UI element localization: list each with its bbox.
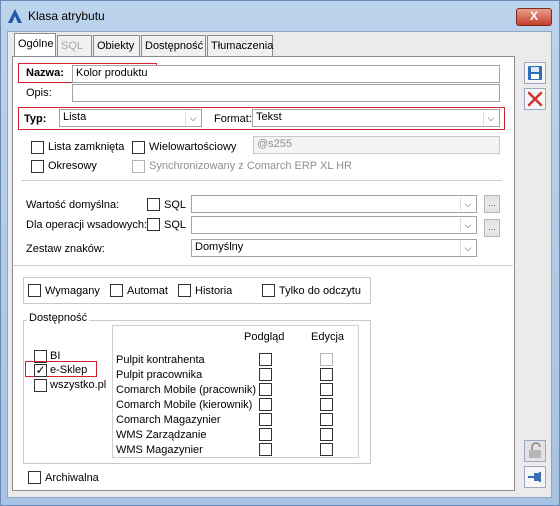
- close-button[interactable]: X: [516, 8, 552, 26]
- dla-operacji-label: Dla operacji wsadowych:: [26, 219, 148, 231]
- chevron-down-icon: ⌵: [460, 197, 475, 211]
- tylko-do-odczytu-label: Tylko do odczytu: [279, 285, 361, 297]
- wymagany-label: Wymagany: [45, 285, 100, 297]
- pin-button[interactable]: [524, 466, 546, 488]
- lock-button[interactable]: [524, 440, 546, 462]
- format-value: Tekst: [256, 111, 282, 123]
- podglad-checkbox[interactable]: [259, 368, 272, 381]
- wartosc-domyslna-browse-button[interactable]: ...: [484, 195, 500, 213]
- format-select[interactable]: Tekst ⌵: [252, 109, 500, 127]
- podglad-checkbox[interactable]: [259, 383, 272, 396]
- podglad-checkbox[interactable]: [259, 428, 272, 441]
- edycja-checkbox[interactable]: [320, 383, 333, 396]
- wielowartosciowy-checkbox[interactable]: [132, 141, 145, 154]
- module-wszystko-label: wszystko.pl: [50, 379, 107, 391]
- dla-operacji-select[interactable]: ⌵: [191, 216, 477, 234]
- module-esklep-label: e-Sklep: [50, 364, 88, 376]
- tab-sql[interactable]: SQL: [57, 35, 92, 56]
- edycja-checkbox[interactable]: [320, 368, 333, 381]
- divider: [21, 180, 502, 181]
- wartosc-sql-label: SQL: [164, 199, 187, 211]
- delete-x-icon: [527, 91, 543, 107]
- historia-checkbox[interactable]: [178, 284, 191, 297]
- chevron-down-icon: ⌵: [460, 241, 475, 255]
- tab-dostepnosc[interactable]: Dostępność: [141, 35, 206, 56]
- synchronizowany-checkbox[interactable]: [132, 160, 145, 173]
- archiwalna-checkbox[interactable]: [28, 471, 41, 484]
- tab-label: Obiekty: [97, 40, 135, 52]
- wielowartosciowy-label: Wielowartościowy: [149, 141, 237, 153]
- edycja-checkbox[interactable]: [320, 428, 333, 441]
- wartosc-domyslna-label: Wartość domyślna:: [26, 199, 120, 211]
- automat-label: Automat: [127, 285, 168, 297]
- podglad-checkbox[interactable]: [259, 443, 272, 456]
- chevron-down-icon: ⌵: [483, 111, 498, 125]
- okresowy-checkbox[interactable]: [31, 160, 44, 173]
- podglad-checkbox[interactable]: [259, 413, 272, 426]
- historia-label: Historia: [195, 285, 233, 297]
- podglad-checkbox[interactable]: [259, 353, 272, 366]
- edycja-checkbox[interactable]: [320, 413, 333, 426]
- operacji-sql-label: SQL: [164, 219, 187, 231]
- chevron-down-icon: ⌵: [460, 218, 475, 232]
- save-button[interactable]: [524, 62, 546, 84]
- floppy-disk-icon: [528, 66, 542, 80]
- tab-label: Ogólne: [18, 38, 54, 50]
- opis-input[interactable]: [72, 84, 500, 102]
- access-row-label: WMS Magazynier: [116, 444, 203, 456]
- okresowy-label: Okresowy: [48, 160, 97, 172]
- divider: [13, 265, 513, 266]
- lista-zamknieta-label: Lista zamknięta: [48, 141, 125, 153]
- chevron-down-icon: ⌵: [185, 111, 200, 125]
- edycja-checkbox[interactable]: [320, 353, 333, 366]
- module-esklep-checkbox[interactable]: ✓: [34, 364, 47, 377]
- wielowartosciowy-separator-input[interactable]: @s255: [253, 136, 500, 154]
- access-row-label: Comarch Mobile (pracownik): [116, 384, 256, 396]
- archiwalna-label: Archiwalna: [45, 472, 99, 484]
- operacji-sql-checkbox[interactable]: [147, 218, 160, 231]
- wymagany-checkbox[interactable]: [28, 284, 41, 297]
- tab-tlumaczenia[interactable]: Tłumaczenia: [207, 35, 273, 56]
- tab-ogolne[interactable]: Ogólne: [14, 33, 56, 57]
- nazwa-label: Nazwa:: [26, 67, 64, 79]
- access-row-label: Pulpit pracownika: [116, 369, 203, 381]
- edycja-checkbox[interactable]: [320, 398, 333, 411]
- pin-icon: [528, 472, 541, 482]
- synchronizowany-label: Synchronizowany z Comarch ERP XL HR: [149, 160, 352, 172]
- dla-operacji-browse-button[interactable]: ...: [484, 219, 500, 237]
- typ-value: Lista: [63, 111, 87, 123]
- window-title: Klasa atrybutu: [28, 9, 105, 23]
- access-row-label: Pulpit kontrahenta: [116, 354, 205, 366]
- tylko-do-odczytu-checkbox[interactable]: [262, 284, 275, 297]
- lista-zamknieta-checkbox[interactable]: [31, 141, 44, 154]
- title-bar[interactable]: Klasa atrybutu X: [0, 0, 558, 30]
- nazwa-input[interactable]: Kolor produktu: [72, 65, 500, 83]
- zestaw-znakow-select[interactable]: Domyślny ⌵: [191, 239, 477, 257]
- podglad-checkbox[interactable]: [259, 398, 272, 411]
- access-row-label: Comarch Magazynier: [116, 414, 221, 426]
- tab-obiekty[interactable]: Obiekty: [93, 35, 140, 56]
- dostepnosc-group-title: Dostępność: [27, 312, 90, 324]
- typ-select[interactable]: Lista ⌵: [59, 109, 202, 127]
- module-wszystko-checkbox[interactable]: [34, 379, 47, 392]
- wartosc-sql-checkbox[interactable]: [147, 198, 160, 211]
- app-logo-icon: [8, 9, 22, 23]
- access-row-label: Comarch Mobile (kierownik): [116, 399, 253, 411]
- automat-checkbox[interactable]: [110, 284, 123, 297]
- col-podglad-header: Podgląd: [244, 331, 285, 343]
- access-row-label: WMS Zarządzanie: [116, 429, 207, 441]
- edycja-checkbox[interactable]: [320, 443, 333, 456]
- typ-label: Typ:: [24, 113, 47, 125]
- zestaw-znakow-label: Zestaw znaków:: [26, 243, 105, 255]
- tab-label: SQL: [61, 40, 84, 52]
- zestaw-znakow-value: Domyślny: [195, 241, 244, 253]
- format-label: Format:: [214, 113, 252, 125]
- col-edycja-header: Edycja: [311, 331, 345, 343]
- delete-button[interactable]: [524, 88, 546, 110]
- tab-label: Dostępność: [145, 40, 204, 52]
- lock-icon: [529, 442, 541, 458]
- tab-label: Tłumaczenia: [211, 40, 274, 52]
- opis-label: Opis:: [26, 87, 52, 99]
- wartosc-domyslna-select[interactable]: ⌵: [191, 195, 477, 213]
